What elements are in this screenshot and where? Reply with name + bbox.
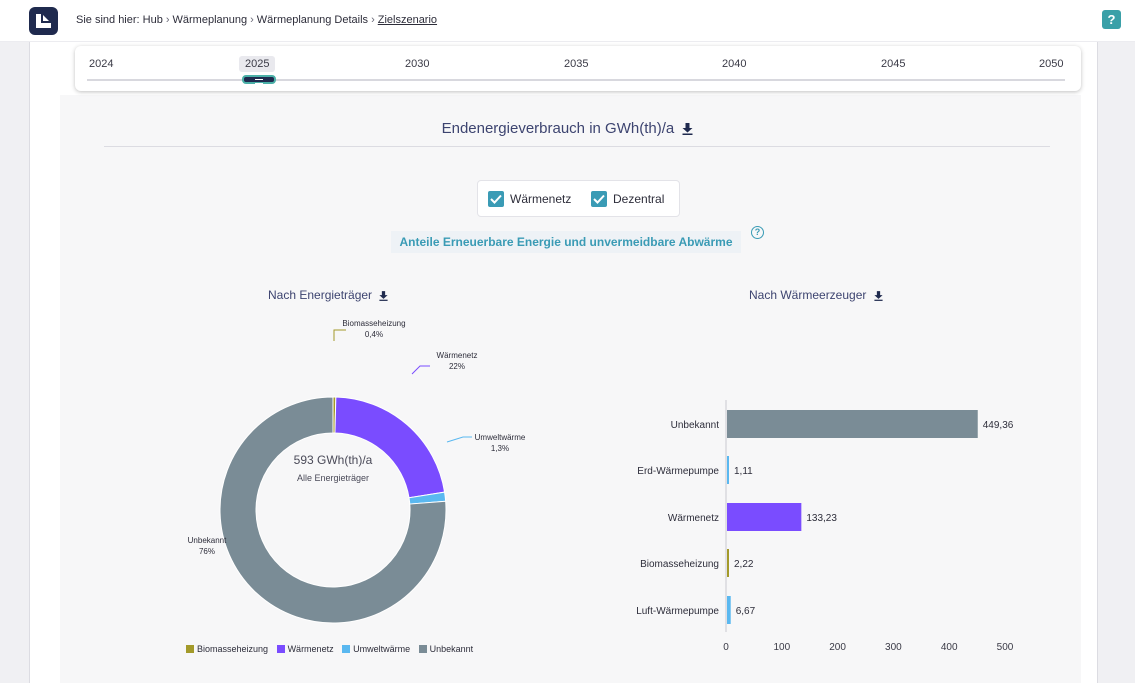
legend-swatch [342,645,351,653]
title-divider [104,146,1050,147]
legend-label: Biomasseheizung [197,644,269,654]
legend-swatch [276,645,285,653]
breadcrumb-item-waermeplanung[interactable]: Wärmeplanung [173,14,248,26]
top-bar: Sie sind hier: Hub › Wärmeplanung › Wärmepla… [0,0,1135,42]
logo-icon [36,14,51,28]
bar-chart-title-text: Nach Wärmeerzeuger [749,288,867,302]
year-2045[interactable]: 2045 [881,58,905,70]
checkbox-label-waermenetz[interactable]: Wärmenetz [510,192,571,206]
right-gutter [1097,42,1135,683]
year-timeline[interactable]: 2024 2025 2030 2035 2040 2045 2050 [75,46,1081,91]
year-2030[interactable]: 2030 [405,58,429,70]
year-2024[interactable]: 2024 [89,58,113,70]
checkbox-dezentral[interactable] [591,191,607,207]
donut-chart-title-text: Nach Energieträger [268,288,373,302]
download-icon[interactable] [379,290,388,301]
info-icon[interactable]: ? [751,226,764,239]
check-icon [490,194,502,204]
checkbox-waermenetz[interactable] [488,191,504,207]
legend-swatch [418,645,427,653]
left-gutter [0,42,30,683]
filter-box: Wärmenetz Dezentral [477,180,680,217]
legend-label: Umweltwärme [353,644,411,654]
breadcrumb-item-hub[interactable]: Hub [143,14,163,26]
breadcrumb: Sie sind hier: Hub › Wärmeplanung › Wärmepla… [76,14,438,26]
legend-swatch [186,645,194,653]
check-icon [593,194,605,204]
renewables-share-link[interactable]: Anteile Erneuerbare Energie und unvermei… [391,231,741,253]
legend-item-biomasseheizung[interactable]: Biomasseheizung [186,644,268,654]
year-2025[interactable]: 2025 [239,56,276,72]
help-button[interactable]: ? [1102,10,1121,29]
legend-label: Wärmenetz [287,644,334,654]
year-2040[interactable]: 2040 [722,58,746,70]
breadcrumb-prefix: Sie sind hier: [76,14,140,26]
section-title: Endenergieverbrauch in GWh(th)/a [0,120,1135,137]
breadcrumb-item-details[interactable]: Wärmeplanung Details [257,14,368,26]
checkbox-label-dezentral[interactable]: Dezentral [613,192,664,206]
timeline-track[interactable] [87,79,1065,81]
timeline-slider-handle[interactable] [242,75,276,84]
download-icon[interactable] [682,123,693,136]
legend-item-waermenetz[interactable]: Wärmenetz [276,644,334,654]
legend-item-unbekannt[interactable]: Unbekannt [418,644,474,654]
year-2050[interactable]: 2050 [1039,58,1063,70]
download-icon[interactable] [874,290,883,301]
donut-legend: Biomasseheizung Wärmenetz Umweltwärme Un… [186,644,479,654]
app-logo[interactable] [29,7,58,35]
breadcrumb-current[interactable]: Zielszenario [378,14,437,26]
year-2035[interactable]: 2035 [564,58,588,70]
section-title-text: Endenergieverbrauch in GWh(th)/a [441,120,675,137]
donut-chart-title: Nach Energieträger [268,288,388,302]
legend-label: Unbekannt [429,644,474,654]
bar-chart-title: Nach Wärmeerzeuger [749,288,883,302]
legend-item-umweltwaerme[interactable]: Umweltwärme [342,644,410,654]
